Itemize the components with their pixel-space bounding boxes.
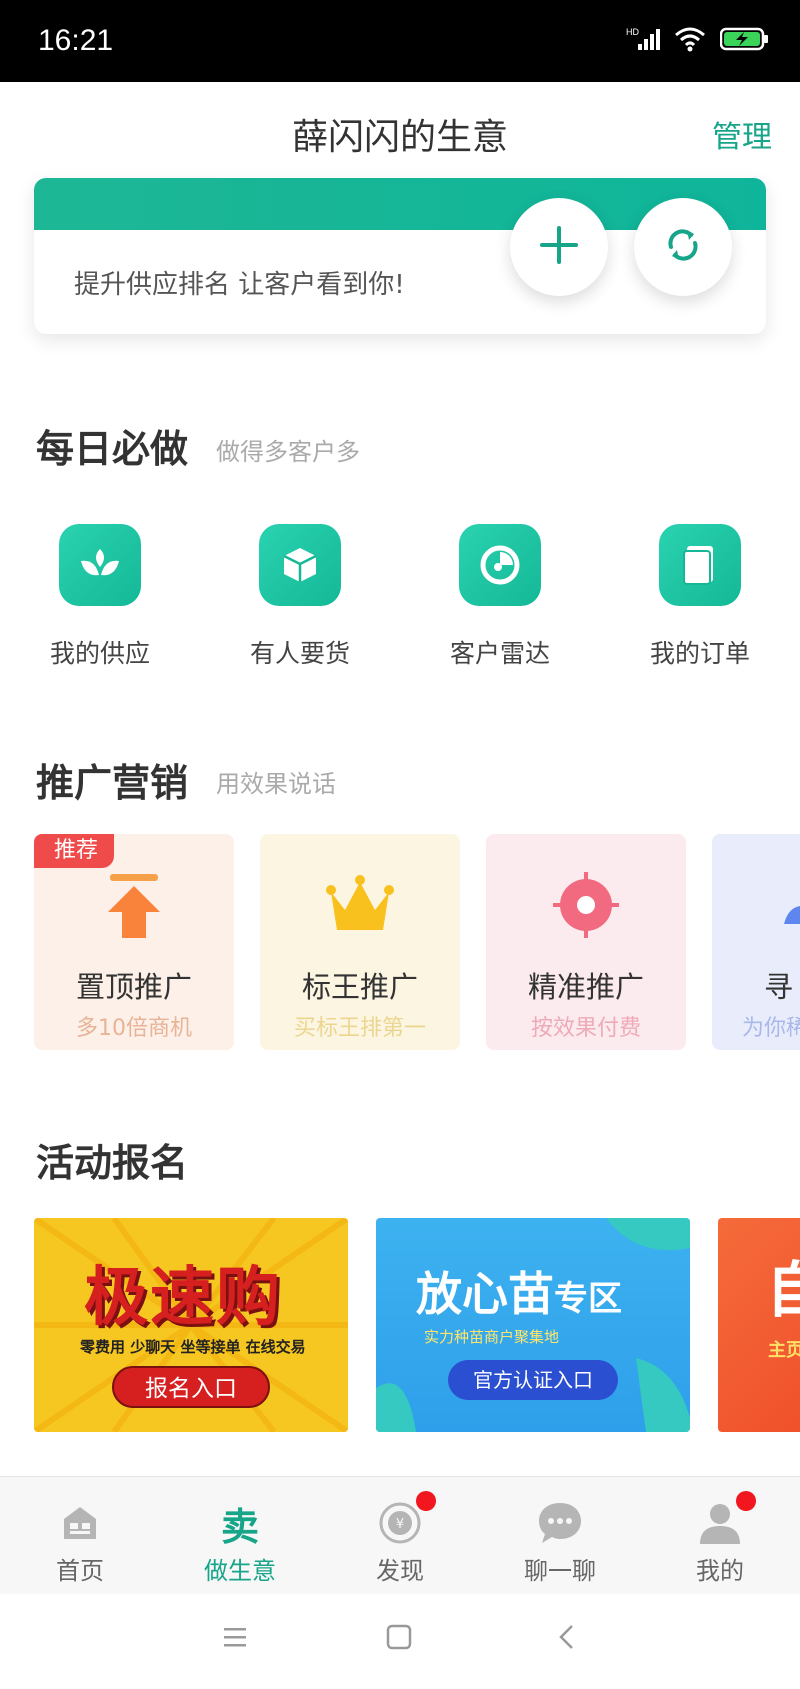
back-icon[interactable] xyxy=(556,1624,576,1654)
daily-item-my-orders[interactable]: 我的订单 xyxy=(630,524,770,670)
promo-section-subtitle: 用效果说话 xyxy=(216,770,336,798)
crown-icon xyxy=(325,872,395,942)
events-carousel[interactable]: 极速购 零费用 少聊天 坐等接单 在线交易 报名入口 放心苗专区 实力种苗商户聚… xyxy=(34,1218,800,1432)
event-fast-buy-tagline: 零费用 少聊天 坐等接单 在线交易 xyxy=(80,1338,306,1356)
daily-item-radar[interactable]: 客户雷达 xyxy=(430,524,570,670)
daily-item-label: 我的订单 xyxy=(649,639,750,668)
promo-card-subtitle: 多10倍商机 xyxy=(76,1016,192,1041)
add-button[interactable] xyxy=(510,198,608,296)
refresh-button[interactable] xyxy=(634,198,732,296)
bottom-tab-bar: 首页 卖 做生意 ¥ 发现 聊一聊 我的 xyxy=(0,1476,800,1594)
system-nav-bar xyxy=(0,1594,800,1689)
find-icon xyxy=(782,872,800,932)
notification-dot xyxy=(736,1491,756,1511)
tab-discover[interactable]: ¥ 发现 xyxy=(320,1477,480,1595)
recommend-tag: 推荐 xyxy=(34,834,115,868)
battery-icon xyxy=(719,27,770,55)
wifi-icon xyxy=(674,26,706,56)
tab-me[interactable]: 我的 xyxy=(640,1477,800,1595)
promo-card-title: 寻 xyxy=(764,970,794,1004)
home-icon xyxy=(52,1495,108,1551)
event-trusted-tagline: 实力种苗商户聚集地 xyxy=(424,1328,560,1346)
tab-label: 做生意 xyxy=(204,1557,276,1585)
promo-card-subtitle: 按效果付费 xyxy=(530,1016,641,1041)
tab-label: 发现 xyxy=(376,1557,424,1585)
plus-icon xyxy=(538,224,580,270)
promo-section-title: 推广营销 xyxy=(36,761,189,805)
daily-section-subtitle: 做得多客户多 xyxy=(216,438,360,466)
chat-icon xyxy=(532,1495,588,1551)
status-bar: 16:21 HD xyxy=(0,0,800,82)
status-icons: HD xyxy=(626,26,770,56)
banner-slogan: 提升供应排名 让客户看到你! xyxy=(74,270,405,300)
daily-item-label: 有人要货 xyxy=(249,639,350,668)
home-square-icon[interactable] xyxy=(386,1624,412,1654)
event-third-title: 自 xyxy=(766,1256,800,1326)
tab-do-business[interactable]: 卖 做生意 xyxy=(160,1477,320,1595)
promo-card-subtitle: 为你稀 xyxy=(742,1016,800,1041)
notification-dot xyxy=(416,1491,436,1511)
promo-card-title: 精准推广 xyxy=(527,970,644,1004)
target-icon xyxy=(553,872,619,942)
tab-label: 聊一聊 xyxy=(524,1557,596,1585)
order-icon xyxy=(659,524,741,606)
tab-home[interactable]: 首页 xyxy=(0,1477,160,1595)
network-label: HD xyxy=(626,27,639,37)
daily-item-label: 客户雷达 xyxy=(449,639,550,668)
app-header: 薛闪闪的生意 管理 xyxy=(0,82,800,178)
event-trusted-title: 放心苗专区 xyxy=(416,1267,622,1321)
promo-card-title: 标王推广 xyxy=(301,970,418,1004)
daily-item-label: 我的供应 xyxy=(49,639,150,668)
daily-section-title: 每日必做 xyxy=(36,427,189,471)
tab-chat[interactable]: 聊一聊 xyxy=(480,1477,640,1595)
event-banner-third[interactable]: 自 主页 xyxy=(718,1218,800,1432)
box-icon xyxy=(259,524,341,606)
promo-card-king[interactable]: 标王推广 买标王排第一 xyxy=(260,834,460,1050)
svg-text:¥: ¥ xyxy=(396,1517,404,1532)
event-banner-trusted-seedlings[interactable]: 放心苗专区 实力种苗商户聚集地 官方认证入口 xyxy=(376,1218,690,1432)
tab-label: 首页 xyxy=(56,1557,104,1585)
radar-icon xyxy=(459,524,541,606)
refresh-icon xyxy=(663,225,703,269)
tab-label: 我的 xyxy=(696,1557,744,1585)
promo-card-precise[interactable]: 精准推广 按效果付费 xyxy=(486,834,686,1050)
top-arrow-icon xyxy=(104,872,164,946)
promo-card-subtitle: 买标王排第一 xyxy=(293,1016,426,1041)
signal-icon: HD xyxy=(626,26,660,56)
promo-card-find[interactable]: 寻 为你稀 xyxy=(712,834,800,1050)
event-fast-buy-title: 极速购 xyxy=(84,1261,282,1335)
events-section-title: 活动报名 xyxy=(36,1141,189,1185)
leaf-icon xyxy=(59,524,141,606)
menu-icon[interactable] xyxy=(222,1624,248,1654)
sell-icon: 卖 xyxy=(220,1504,259,1549)
status-time: 16:21 xyxy=(38,24,114,57)
manage-button[interactable]: 管理 xyxy=(712,112,772,156)
event-banner-fast-buy[interactable]: 极速购 零费用 少聊天 坐等接单 在线交易 报名入口 xyxy=(34,1218,348,1432)
promo-carousel[interactable]: 推荐 置顶推广 多10倍商机 标王推广 买标王排第一 精准推广 按效果付费 寻 … xyxy=(34,834,800,1050)
event-third-tagline: 主页 xyxy=(768,1340,800,1361)
page-title: 薛闪闪的生意 xyxy=(291,117,508,158)
signup-entry-button[interactable]: 报名入口 xyxy=(112,1366,270,1408)
daily-item-my-supply[interactable]: 我的供应 xyxy=(30,524,170,670)
promo-card-title: 置顶推广 xyxy=(75,970,192,1004)
official-certification-button[interactable]: 官方认证入口 xyxy=(448,1360,618,1400)
daily-item-demand[interactable]: 有人要货 xyxy=(230,524,370,670)
promo-card-top[interactable]: 推荐 置顶推广 多10倍商机 xyxy=(34,834,234,1050)
